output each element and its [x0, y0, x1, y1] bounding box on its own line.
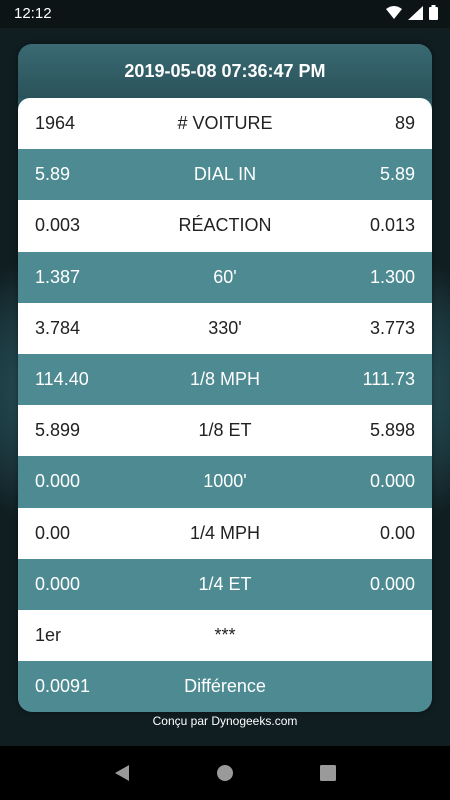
row-label: 330' — [208, 317, 242, 338]
right-value: 0.000 — [369, 471, 415, 492]
table-row: 1er *** — [18, 609, 432, 662]
row-label: 1/8 MPH — [189, 369, 261, 390]
results-card: 2019-05-08 07:36:47 PM 1964 # VOITURE 89… — [18, 44, 432, 712]
wifi-icon — [386, 5, 402, 25]
row-label: 1000' — [203, 471, 247, 492]
left-value: 5.89 — [35, 164, 71, 185]
table-row: 0.00 1/4 MPH 0.00 — [18, 507, 432, 559]
left-value: 114.40 — [35, 369, 89, 390]
row-label: Différence — [184, 676, 266, 697]
left-value: 1964 — [35, 113, 76, 134]
results-datetime: 2019-05-08 07:36:47 PM — [18, 44, 432, 98]
footer-credit: Conçu par Dynogeeks.com — [152, 714, 298, 728]
table-row: 0.000 1/4 ET 0.000 — [18, 558, 432, 610]
status-icons — [386, 5, 438, 25]
table-row: 1964 # VOITURE 89 — [18, 98, 432, 150]
table-row: 1.387 60' 1.300 — [18, 251, 432, 303]
row-label: # VOITURE — [177, 113, 273, 134]
back-icon[interactable] — [110, 761, 134, 785]
row-label: *** — [214, 624, 236, 645]
table-row: 114.40 1/8 MPH 111.73 — [18, 353, 432, 406]
home-icon[interactable] — [213, 761, 237, 785]
right-value: 3.773 — [369, 317, 415, 338]
status-bar: 12:12 — [0, 0, 450, 28]
row-label: RÉACTION — [178, 215, 272, 236]
left-value: 1er — [35, 624, 62, 645]
row-label: 60' — [213, 266, 237, 287]
row-label: 1/8 ET — [198, 420, 252, 441]
right-value: 89 — [394, 113, 415, 134]
left-value: 0.0091 — [35, 676, 91, 697]
status-time: 12:12 — [14, 5, 52, 22]
results-table: 1964 # VOITURE 89 5.89 DIAL IN 5.89 0.00… — [18, 98, 432, 712]
right-value: 0.00 — [379, 522, 415, 543]
left-value: 0.000 — [35, 573, 81, 594]
table-row: 0.000 1000' 0.000 — [18, 456, 432, 508]
recents-icon[interactable] — [316, 761, 340, 785]
table-row: 5.89 DIAL IN 5.89 — [18, 149, 432, 201]
left-value: 1.387 — [35, 266, 81, 287]
row-label: DIAL IN — [193, 164, 257, 185]
right-value: 0.013 — [369, 215, 415, 236]
row-label: 1/4 ET — [198, 573, 252, 594]
right-value: 1.300 — [369, 266, 415, 287]
row-label: 1/4 MPH — [189, 522, 261, 543]
left-value: 0.000 — [35, 471, 81, 492]
nav-bar — [0, 746, 450, 800]
table-row: 5.899 1/8 ET 5.898 — [18, 405, 432, 457]
left-value: 5.899 — [35, 420, 81, 441]
table-row: 0.0091 Différence — [18, 661, 432, 712]
right-value: 111.73 — [362, 369, 415, 390]
left-value: 0.003 — [35, 215, 81, 236]
table-row: 0.003 RÉACTION 0.013 — [18, 200, 432, 252]
battery-icon — [429, 5, 438, 25]
right-value: 5.89 — [379, 164, 415, 185]
left-value: 3.784 — [35, 317, 81, 338]
table-row: 3.784 330' 3.773 — [18, 302, 432, 354]
right-value: 5.898 — [369, 420, 415, 441]
right-value: 0.000 — [369, 573, 415, 594]
signal-icon — [408, 5, 423, 25]
left-value: 0.00 — [35, 522, 71, 543]
